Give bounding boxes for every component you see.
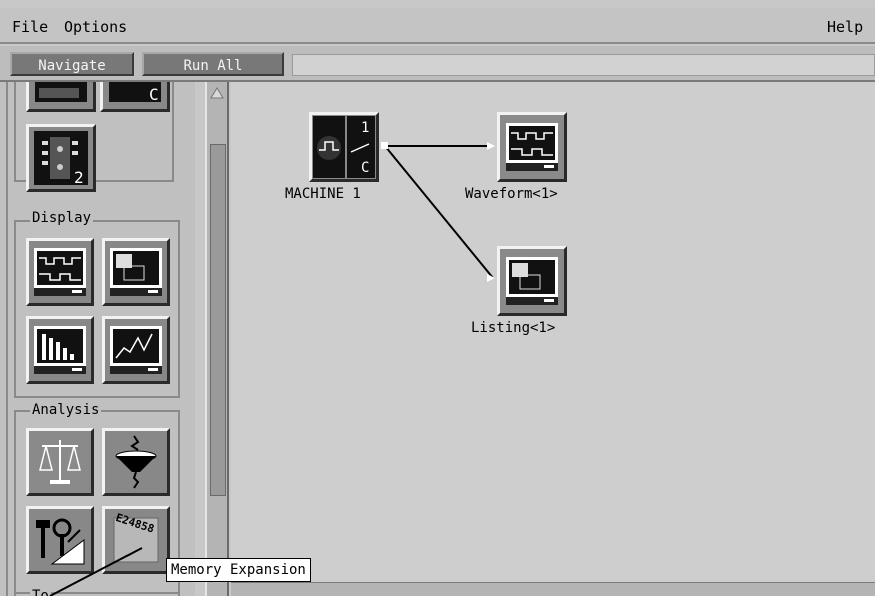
machine-output-port[interactable] [381, 142, 388, 149]
scroll-up-arrow-icon[interactable] [210, 84, 224, 99]
machine-icon-1[interactable] [26, 82, 96, 112]
histogram-icon [34, 326, 86, 374]
toolbar: Navigate Run All [0, 46, 875, 82]
canvas-horizontal-scrollbar[interactable] [231, 582, 875, 596]
waveform-node[interactable] [497, 112, 567, 182]
waveform-input-port[interactable] [487, 142, 495, 150]
palette-border [6, 82, 8, 596]
scale-icon [39, 440, 81, 484]
display-group-label: Display [30, 210, 94, 226]
filter-analysis-icon[interactable] [102, 428, 170, 496]
menu-file[interactable]: File [12, 18, 48, 36]
listing-node[interactable] [497, 246, 567, 316]
application-window: File Options Help Navigate Run All C 2 D… [0, 0, 875, 596]
chart-display-icon[interactable] [102, 316, 170, 384]
machine-badge-top: 1 [361, 120, 369, 136]
analyzer-icon: C [109, 82, 161, 104]
palette-scrollbar[interactable] [205, 82, 229, 596]
machine-icon-2[interactable]: C [100, 82, 170, 112]
analysis-group-label: Analysis [30, 402, 102, 418]
listing-icon [110, 248, 162, 296]
waveform-icon [34, 248, 86, 296]
tool-palette: C 2 Display Analysis E24858 To [0, 82, 195, 596]
waveform-display-icon[interactable] [26, 238, 94, 306]
analyzer-badge: C [149, 85, 159, 104]
machine-badge: 2 [74, 168, 84, 187]
histogram-display-icon[interactable] [26, 316, 94, 384]
memory-expansion-tooltip: Memory Expansion [166, 558, 311, 582]
waveform-label: Waveform<1> [465, 186, 558, 202]
compare-analysis-icon[interactable] [26, 428, 94, 496]
palette-scroll-thumb[interactable] [210, 144, 226, 496]
machine-1-node[interactable]: 1 C [309, 112, 379, 182]
menu-bar: File Options Help [0, 8, 875, 44]
listing-display-icon[interactable] [102, 238, 170, 306]
filter-funnel-icon [115, 435, 157, 489]
menu-help[interactable]: Help [827, 18, 863, 36]
menu-options[interactable]: Options [64, 18, 127, 36]
waveform-node-icon [506, 123, 558, 171]
connection-machine-listing [384, 145, 494, 279]
machine-node-icon: 1 C [313, 116, 375, 178]
machine-chip-icon [35, 82, 87, 102]
machine-2-icon[interactable]: 2 [26, 124, 96, 192]
chip-icon: 2 [34, 131, 88, 187]
chart-icon [110, 326, 162, 374]
run-all-button[interactable]: Run All [142, 52, 284, 76]
listing-node-icon [506, 257, 558, 305]
machine-1-label: MACHINE 1 [285, 186, 361, 202]
machine-badge-bottom: C [361, 160, 369, 176]
navigate-button[interactable]: Navigate [10, 52, 134, 76]
listing-label: Listing<1> [471, 320, 556, 336]
workspace-canvas[interactable]: 1 C MACHINE 1 Waveform<1> Listing<1> [231, 82, 875, 582]
status-field [292, 54, 875, 76]
